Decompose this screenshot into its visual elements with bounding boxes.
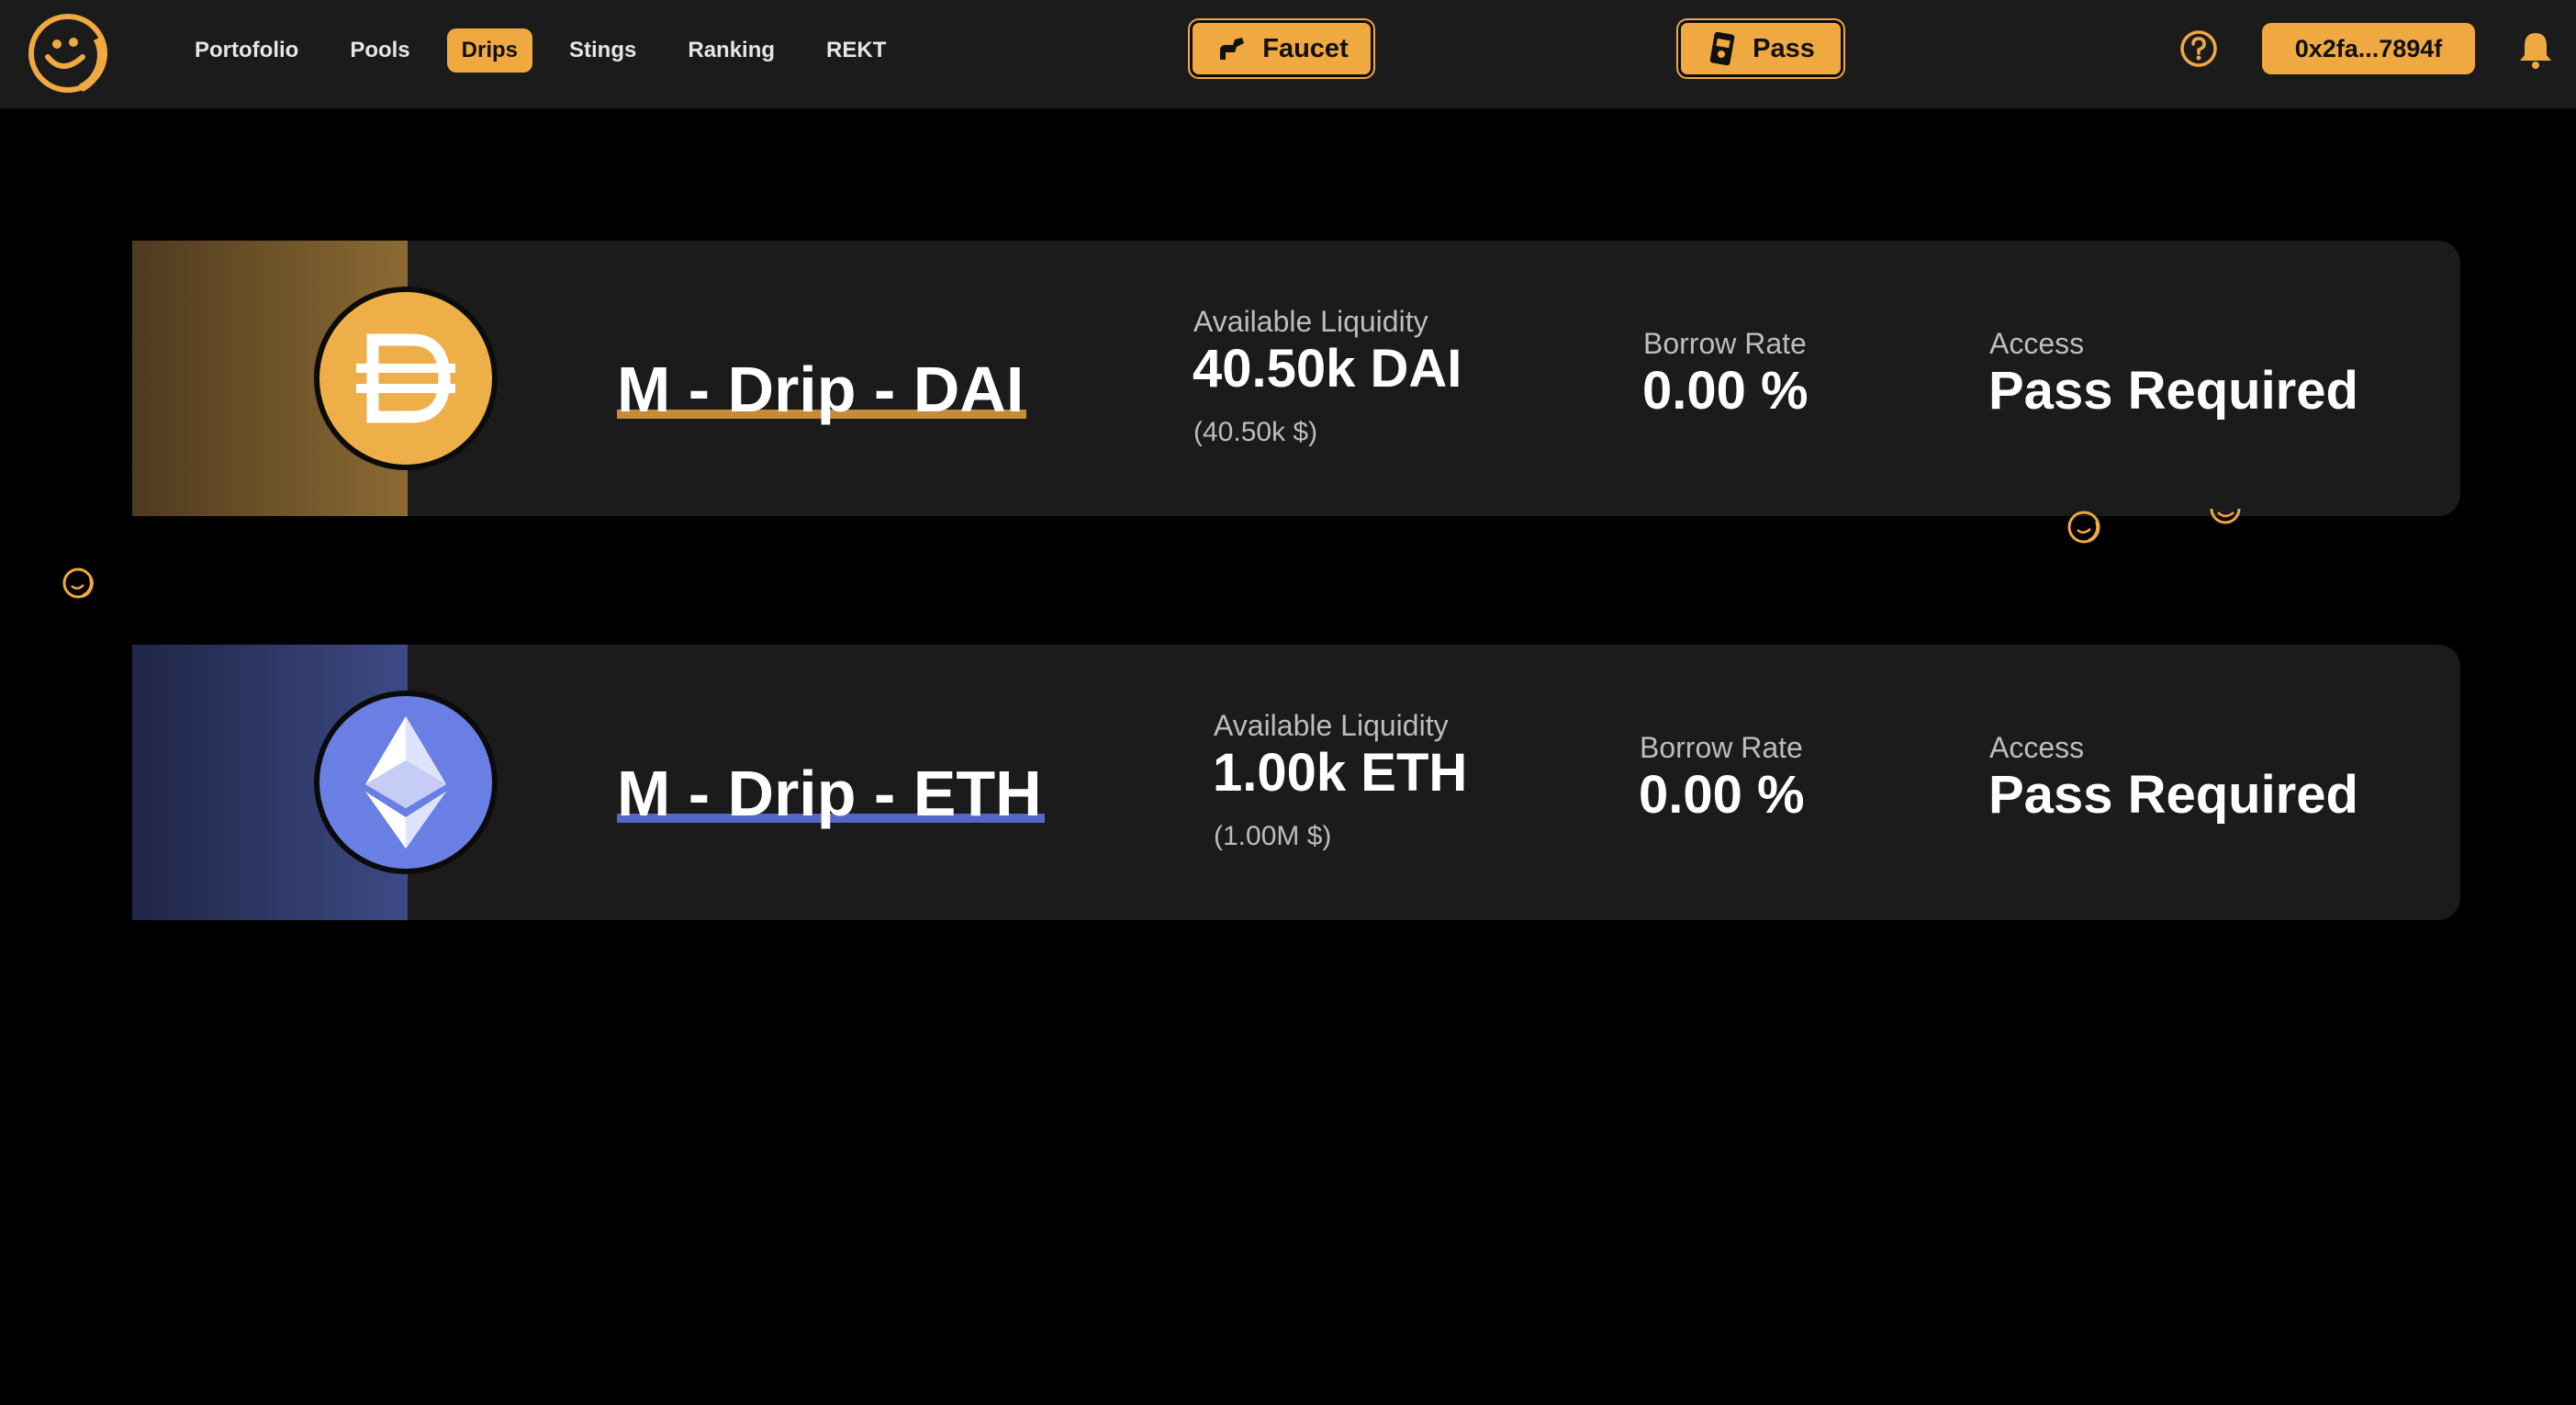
wallet-address-button[interactable]: 0x2fa...7894f <box>2262 23 2475 74</box>
nav-stings[interactable]: Stings <box>554 28 651 73</box>
pass-icon <box>1709 31 1735 66</box>
access-value: Pass Required <box>1988 361 2358 421</box>
top-nav-bar: Portofolio Pools Drips Stings Ranking RE… <box>0 0 2576 108</box>
dai-token-icon <box>314 287 498 470</box>
main-nav: Portofolio Pools Drips Stings Ranking RE… <box>180 28 923 73</box>
access-label: Access <box>1989 327 2085 360</box>
borrow-rate-value: 0.00 % <box>1642 361 1809 421</box>
nav-ranking[interactable]: Ranking <box>673 28 790 73</box>
drip-title[interactable]: M - Drip - DAI <box>617 353 1024 426</box>
honey-coin-icon <box>2067 511 2100 544</box>
pass-label: Pass <box>1753 33 1815 63</box>
liquidity-label: Available Liquidity <box>1193 305 1428 338</box>
logo-smiley-icon[interactable] <box>26 11 110 96</box>
nav-drips[interactable]: Drips <box>446 28 533 73</box>
drip-title[interactable]: M - Drip - ETH <box>617 757 1042 830</box>
borrow-rate-label: Borrow Rate <box>1643 327 1807 360</box>
borrow-rate-label: Borrow Rate <box>1640 731 1803 764</box>
borrow-rate-value: 0.00 % <box>1639 765 1805 825</box>
drip-card-eth[interactable]: M - Drip - ETH Available Liquidity 1.00k… <box>132 645 2460 920</box>
liquidity-value: 1.00k ETH <box>1213 743 1468 803</box>
access-value: Pass Required <box>1988 765 2358 825</box>
bell-icon[interactable] <box>2517 29 2554 70</box>
help-icon[interactable] <box>2179 29 2218 68</box>
nav-pools[interactable]: Pools <box>335 28 424 73</box>
honey-coin-icon <box>62 568 94 599</box>
access-label: Access <box>1989 731 2085 764</box>
liquidity-value: 40.50k DAI <box>1193 339 1462 399</box>
liquidity-label: Available Liquidity <box>1214 709 1449 742</box>
honey-coin-icon <box>2210 508 2241 524</box>
liquidity-usd: (40.50k $) <box>1193 417 1318 447</box>
eth-token-icon <box>314 691 498 874</box>
drip-card-dai[interactable]: M - Drip - DAI Available Liquidity 40.50… <box>132 241 2460 516</box>
nav-rekt[interactable]: REKT <box>812 28 901 73</box>
faucet-label: Faucet <box>1262 33 1349 63</box>
liquidity-usd: (1.00M $) <box>1214 821 1332 851</box>
pass-button[interactable]: Pass <box>1678 20 1843 77</box>
nav-portofolio[interactable]: Portofolio <box>180 28 313 73</box>
faucet-icon <box>1220 38 1245 60</box>
faucet-button[interactable]: Faucet <box>1190 20 1373 77</box>
